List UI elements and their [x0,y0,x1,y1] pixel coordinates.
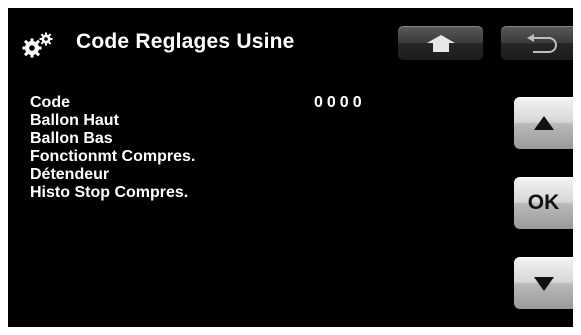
gears-icon [22,32,53,58]
menu-item-ballon-bas[interactable]: Ballon Bas [30,130,195,148]
scroll-down-button[interactable] [514,257,573,309]
menu-item-histo-stop-compres[interactable]: Histo Stop Compres. [30,184,195,202]
triangle-down-icon [534,277,554,291]
ok-button[interactable]: OK [514,177,573,229]
home-button[interactable] [398,26,483,60]
title-bar: Code Reglages Usine [8,8,573,80]
return-arrow-icon [527,34,557,53]
menu-list: Code Ballon Haut Ballon Bas Fonctionmt C… [30,94,195,202]
page-title: Code Reglages Usine [76,30,295,53]
up-arrow-icon [427,35,455,52]
menu-item-ballon-haut[interactable]: Ballon Haut [30,112,195,130]
screen: Code Reglages Usine Code Ballon Haut Bal… [8,8,573,327]
code-value[interactable]: 0000 [314,94,366,112]
triangle-up-icon [534,116,554,130]
ok-label: OK [527,191,560,214]
menu-item-fonctionmt-compres[interactable]: Fonctionmt Compres. [30,148,195,166]
back-button[interactable] [501,26,573,60]
menu-item-detendeur[interactable]: Détendeur [30,166,195,184]
menu-item-code[interactable]: Code [30,94,195,112]
scroll-up-button[interactable] [514,97,573,149]
